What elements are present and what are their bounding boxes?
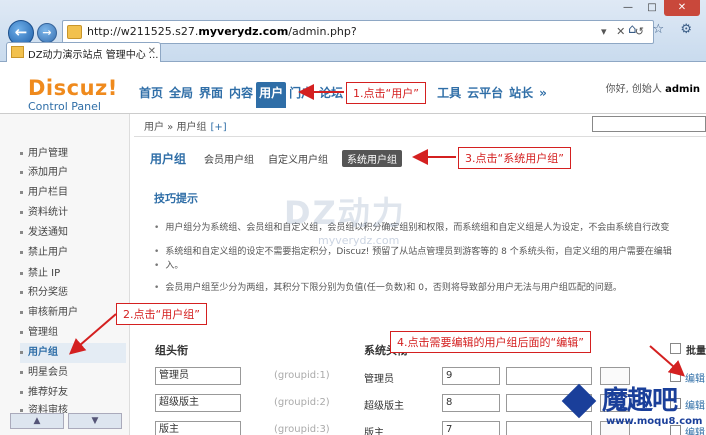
nav-content[interactable]: 内容 — [226, 82, 256, 108]
tab-member-groups[interactable]: 会员用户组 — [204, 151, 254, 166]
browser-toolbar: ← → http://w211525.s27.myverydz.com/admi… — [0, 0, 706, 62]
group-id: (groupid:1) — [274, 370, 330, 381]
site-favicon-icon — [67, 25, 82, 39]
callout-step-1: 1.点击“用户” — [346, 82, 426, 104]
watermark-url: myverydz.com — [318, 234, 400, 247]
tips-panel: 技巧提示 用户组分为系统组、会员组和自定义组，会员组以积分确定组别和权限，而系统… — [144, 180, 706, 300]
tip-line-cont: 入。 — [154, 258, 706, 271]
stars-input[interactable]: 9 — [442, 367, 500, 385]
sidebar-item-admin-group[interactable]: 管理组 — [20, 323, 126, 343]
tab-title: DZ动力演示站点 管理中心 ... — [28, 50, 159, 61]
group-title-input[interactable]: 版主 — [155, 421, 241, 435]
group-id: (groupid:2) — [274, 397, 330, 408]
subnav-title: 用户组 — [150, 152, 187, 166]
system-title: 超级版主 — [364, 401, 404, 412]
watermark: DZ动力 — [284, 194, 406, 232]
main-nav: 首页 全局 界面 内容 用户 门户 论坛 工具 云平台 站长 » — [136, 82, 550, 108]
group-title-input[interactable]: 超级版主 — [155, 394, 241, 412]
batch-label: 批量 — [686, 346, 706, 357]
sidebar-scroll: ▲ ▼ — [10, 413, 122, 429]
url-text: http://w211525.s27.myverydz.com/admin.ph… — [87, 25, 357, 38]
cube-logo-icon — [561, 383, 597, 419]
batch-checkbox[interactable] — [670, 343, 681, 354]
nav-forum[interactable]: 论坛 — [316, 82, 346, 108]
sidebar: 用户管理 添加用户 用户栏目 资料统计 发送通知 禁止用户 禁止 IP 积分奖惩… — [0, 114, 130, 435]
group-id: (groupid:3) — [274, 424, 330, 435]
tips-title: 技巧提示 — [154, 192, 198, 205]
callout-step-3: 3.点击“系统用户组” — [458, 147, 571, 169]
tab-system-groups[interactable]: 系统用户组 — [342, 150, 403, 167]
maximize-icon[interactable]: □ — [640, 0, 664, 16]
group-title-input[interactable]: 管理员 — [155, 367, 241, 385]
search-input[interactable] — [592, 116, 706, 132]
sidebar-item-ban-user[interactable]: 禁止用户 — [20, 243, 126, 263]
discuz-logo[interactable]: Discuz! Control Panel — [28, 76, 118, 113]
user-greeting: 你好, 创始人 admin — [605, 84, 700, 95]
stars-input[interactable]: 7 — [442, 421, 500, 435]
nav-portal[interactable]: 门户 — [286, 82, 316, 108]
nav-more[interactable]: » — [536, 82, 550, 108]
tab-custom-groups[interactable]: 自定义用户组 — [268, 151, 328, 166]
browser-tab[interactable]: DZ动力演示站点 管理中心 ... ✕ — [6, 42, 161, 62]
stars-input[interactable]: 8 — [442, 394, 500, 412]
browser-home-fav-settings-icons[interactable]: ⌂ ☆ ⚙ — [628, 22, 698, 37]
nav-home[interactable]: 首页 — [136, 82, 166, 108]
sidebar-item-profile-review[interactable]: 资料审核 — [20, 403, 126, 413]
minimize-icon[interactable]: — — [616, 0, 640, 16]
tab-close-icon[interactable]: ✕ — [148, 46, 156, 57]
nav-interface[interactable]: 界面 — [196, 82, 226, 108]
breadcrumb: 用户 » 用户组 [+] — [144, 122, 227, 133]
system-title: 管理员 — [364, 374, 394, 385]
close-icon[interactable]: ✕ — [664, 0, 700, 16]
nav-user[interactable]: 用户 — [256, 82, 287, 108]
sidebar-item-stats[interactable]: 资料统计 — [20, 203, 126, 223]
tab-favicon-icon — [11, 46, 24, 58]
forward-icon[interactable]: → — [37, 23, 57, 43]
nav-cloud[interactable]: 云平台 — [464, 82, 506, 108]
nav-tools[interactable]: 工具 — [434, 82, 464, 108]
col-title-header: 组头衔 — [155, 344, 188, 357]
divider — [134, 136, 706, 137]
callout-step-2: 2.点击“用户组” — [116, 303, 207, 325]
sidebar-item-add-user[interactable]: 添加用户 — [20, 163, 126, 183]
subnav: 用户组 会员用户组 自定义用户组 系统用户组 — [150, 150, 416, 167]
sidebar-item-user-manage[interactable]: 用户管理 — [20, 144, 126, 164]
tip-line: 系统组和自定义组的设定不需要指定积分，Discuz! 预留了从站点管理员到游客等… — [154, 244, 706, 257]
window-controls: — □ ✕ — [616, 0, 700, 16]
callout-step-4: 4.点击需要编辑的用户组后面的“编辑” — [390, 331, 591, 353]
nav-webmaster[interactable]: 站长 — [506, 82, 536, 108]
sidebar-item-review[interactable]: 审核新用户 — [20, 303, 126, 323]
breadcrumb-plus[interactable]: [+] — [210, 122, 226, 133]
sidebar-item-notify[interactable]: 发送通知 — [20, 223, 126, 243]
sidebar-item-recommend[interactable]: 推荐好友 — [20, 383, 126, 403]
moqu-logo: 魔趣吧 www.moqu8.com — [560, 380, 706, 435]
sidebar-item-ban-ip[interactable]: 禁止 IP — [20, 264, 126, 284]
sidebar-item-user-group[interactable]: 用户组 — [20, 343, 126, 363]
nav-global[interactable]: 全局 — [166, 82, 196, 108]
tip-line: 用户组分为系统组、会员组和自定义组，会员组以积分确定组别和权限，而系统组和自定义… — [154, 220, 706, 233]
tip-line: 会员用户组至少分为两组，其积分下限分别为负值(任一负数)和 0，否则将导致部分用… — [154, 280, 706, 293]
sidebar-item-credits[interactable]: 积分奖惩 — [20, 283, 126, 303]
sidebar-item-star-member[interactable]: 明星会员 — [20, 363, 126, 383]
address-bar[interactable]: http://w211525.s27.myverydz.com/admin.ph… — [62, 20, 654, 44]
scroll-down-icon[interactable]: ▼ — [68, 413, 122, 429]
scroll-up-icon[interactable]: ▲ — [10, 413, 64, 429]
sidebar-item-user-columns[interactable]: 用户栏目 — [20, 183, 126, 203]
system-title: 版主 — [364, 428, 384, 435]
